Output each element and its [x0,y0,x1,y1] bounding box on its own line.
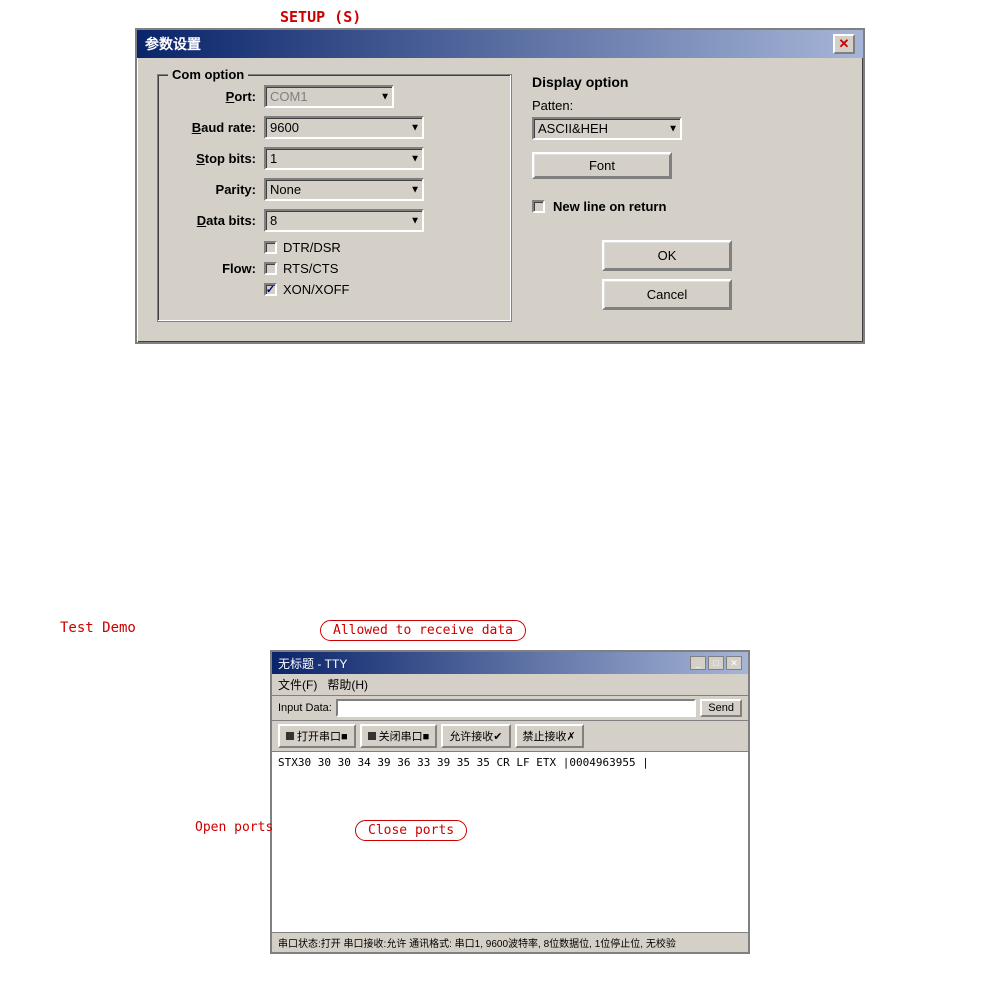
port-select[interactable]: COM1 [264,85,394,108]
display-option-group: Display option Patten: ASCII&HEH ▼ Font … [532,74,802,322]
open-port-button[interactable]: 打开串口■ [278,724,356,748]
xon-xoff-label: XON/XOFF [283,282,349,297]
stop-bits-row: Stop bits: 1 ▼ [174,147,495,170]
dialog-titlebar: 参数设置 ✕ [137,30,863,58]
inner-statusbar: 串口状态:打开 串口接收:允许 通讯格式: 串口1, 9600波特率, 8位数据… [272,932,748,952]
setup-label: SETUP (S) [280,8,361,26]
open-port-label: 打开串口■ [297,728,348,744]
new-line-row: New line on return [532,199,666,214]
content-line: STX30 30 30 34 39 36 33 39 35 35 CR LF E… [278,756,742,769]
send-button[interactable]: Send [700,699,742,717]
ok-button[interactable]: OK [602,240,732,271]
data-bits-select-wrapper: 8 ▼ [264,209,424,232]
test-demo-label: Test Demo [60,620,136,636]
parity-row: Parity: None ▼ [174,178,495,201]
stop-receive-label: 禁止接收✗ [523,728,576,744]
rts-cts-checkbox[interactable] [264,262,277,275]
font-button[interactable]: Font [532,152,672,179]
com-option-label: Com option [168,67,248,82]
inner-window: 无标题 - TTY _ □ ✕ 文件(F) 帮助(H) Input Data: … [270,650,750,954]
inner-menubar: 文件(F) 帮助(H) [272,674,748,696]
open-ports-annotation: Open ports [195,820,273,835]
port-row: Port: COM1 ▼ [174,85,495,108]
parity-label: Parity: [174,182,264,197]
close-button[interactable]: ✕ [833,34,855,54]
xon-xoff-row: XON/XOFF [264,282,349,297]
stop-select-wrapper: 1 ▼ [264,147,424,170]
inner-title: 无标题 - TTY [278,655,347,672]
inner-content: STX30 30 30 34 39 36 33 39 35 35 CR LF E… [272,752,748,932]
patten-select[interactable]: ASCII&HEH [532,117,682,140]
port-buttons-row: 打开串口■ 关闭串口■ 允许接收✔ 禁止接收✗ [272,721,748,752]
dialog-title: 参数设置 [145,34,201,54]
inner-titlebar: 无标题 - TTY _ □ ✕ [272,652,748,674]
baud-select-wrapper: 9600 ▼ [264,116,424,139]
allowed-receive-label: Allowed to receive data [320,620,526,641]
stop-receive-button[interactable]: 禁止接收✗ [515,724,584,748]
parity-select[interactable]: None [264,178,424,201]
allow-receive-button[interactable]: 允许接收✔ [441,724,510,748]
patten-select-wrapper: ASCII&HEH ▼ [532,117,682,140]
stop-bits-label: Stop bits: [174,151,264,166]
parity-select-wrapper: None ▼ [264,178,424,201]
flow-row: Flow: DTR/DSR RTS/CTS XON/XOFF [174,240,495,297]
display-option-title: Display option [532,74,628,90]
statusbar-text: 串口状态:打开 串口接收:允许 通讯格式: 串口1, 9600波特率, 8位数据… [278,935,676,950]
dialog-body: Com option Port: COM1 ▼ Baud rate: 9600 [137,58,863,342]
com-option-group: Com option Port: COM1 ▼ Baud rate: 9600 [157,74,512,322]
new-line-checkbox[interactable] [532,200,545,213]
allow-receive-label: 允许接收✔ [449,728,502,744]
dtr-dsr-row: DTR/DSR [264,240,349,255]
port-label: Port: [174,89,264,104]
menu-help[interactable]: 帮助(H) [327,676,368,693]
close-port-label: 关闭串口■ [379,728,430,744]
inner-maximize-btn[interactable]: □ [708,656,724,670]
close-port-icon [368,732,376,740]
dtr-dsr-checkbox[interactable] [264,241,277,254]
baud-label: Baud rate: [174,120,264,135]
data-bits-select[interactable]: 8 [264,209,424,232]
rts-cts-label: RTS/CTS [283,261,338,276]
inner-toolbar: Input Data: Send [272,696,748,721]
stop-bits-select[interactable]: 1 [264,147,424,170]
dialog-window: 参数设置 ✕ Com option Port: COM1 ▼ Baud rate… [135,28,865,344]
new-line-label: New line on return [553,199,666,214]
action-buttons: OK Cancel [532,240,802,310]
inner-win-buttons: _ □ ✕ [690,656,742,670]
inner-minimize-btn[interactable]: _ [690,656,706,670]
data-bits-label: Data bits: [174,213,264,228]
menu-file[interactable]: 文件(F) [278,676,317,693]
xon-xoff-checkbox[interactable] [264,283,277,296]
close-port-button[interactable]: 关闭串口■ [360,724,438,748]
data-bits-row: Data bits: 8 ▼ [174,209,495,232]
flow-label: Flow: [174,261,264,276]
inner-close-btn[interactable]: ✕ [726,656,742,670]
input-data-field[interactable] [336,699,696,717]
input-data-label: Input Data: [278,702,332,714]
rts-cts-row: RTS/CTS [264,261,349,276]
port-select-wrapper: COM1 ▼ [264,85,394,108]
baud-row: Baud rate: 9600 ▼ [174,116,495,139]
open-port-icon [286,732,294,740]
cancel-button[interactable]: Cancel [602,279,732,310]
baud-select[interactable]: 9600 [264,116,424,139]
close-ports-annotation: Close ports [355,820,467,841]
patten-label: Patten: [532,98,573,113]
dtr-dsr-label: DTR/DSR [283,240,341,255]
